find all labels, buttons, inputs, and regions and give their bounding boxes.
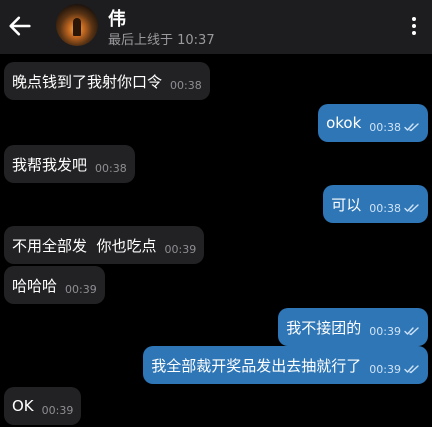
message-time: 00:39 xyxy=(65,282,97,296)
last-seen-status: 最后上线于 10:37 xyxy=(108,33,215,48)
message-time: 00:38 xyxy=(95,161,127,175)
message-text: 可以 xyxy=(331,195,362,214)
message-text: 哈哈哈 xyxy=(12,276,58,295)
avatar[interactable] xyxy=(56,4,98,46)
double-check-icon xyxy=(404,123,419,132)
message-time: 00:38 xyxy=(369,120,401,134)
double-check-icon xyxy=(404,327,419,336)
message-text: okok xyxy=(326,114,362,132)
more-vertical-icon[interactable] xyxy=(404,14,424,40)
contact-name[interactable]: 伟 xyxy=(108,5,126,31)
message-list: 晚点钱到了我射你口令 00:38 okok 00:38 我帮我发吧 00:38 … xyxy=(0,54,432,427)
message-bubble-outgoing[interactable]: 我不接团的 00:39 xyxy=(278,308,428,346)
message-time: 00:39 xyxy=(369,362,401,376)
message-text: 不用全部发 你也吃点 xyxy=(12,236,157,255)
message-time: 00:39 xyxy=(164,242,197,256)
double-check-icon xyxy=(404,365,419,374)
double-check-icon xyxy=(404,204,419,213)
message-bubble-outgoing[interactable]: 可以 00:38 xyxy=(323,185,428,223)
message-bubble-incoming[interactable]: 哈哈哈 00:39 xyxy=(4,266,105,304)
message-time: 00:39 xyxy=(369,324,401,338)
message-time: 00:39 xyxy=(41,403,74,417)
message-time: 00:38 xyxy=(170,78,202,92)
message-text: 我不接团的 xyxy=(286,318,362,337)
message-time: 00:38 xyxy=(369,201,401,215)
message-bubble-incoming[interactable]: 不用全部发 你也吃点 00:39 xyxy=(4,226,205,264)
message-bubble-outgoing[interactable]: okok 00:38 xyxy=(318,104,428,142)
message-bubble-incoming[interactable]: 我帮我发吧 00:38 xyxy=(4,145,135,183)
chat-header: 伟 最后上线于 10:37 xyxy=(0,0,432,54)
message-bubble-incoming[interactable]: 晚点钱到了我射你口令 00:38 xyxy=(4,62,210,100)
message-text: 我全部裁开奖品发出去抽就行了 xyxy=(151,356,362,375)
message-bubble-outgoing[interactable]: 我全部裁开奖品发出去抽就行了 00:39 xyxy=(143,346,428,384)
message-bubble-incoming[interactable]: OK 00:39 xyxy=(4,387,82,425)
arrow-left-icon[interactable] xyxy=(6,12,34,40)
message-text: OK xyxy=(12,397,34,415)
message-text: 我帮我发吧 xyxy=(12,155,88,174)
message-text: 晚点钱到了我射你口令 xyxy=(12,72,163,91)
